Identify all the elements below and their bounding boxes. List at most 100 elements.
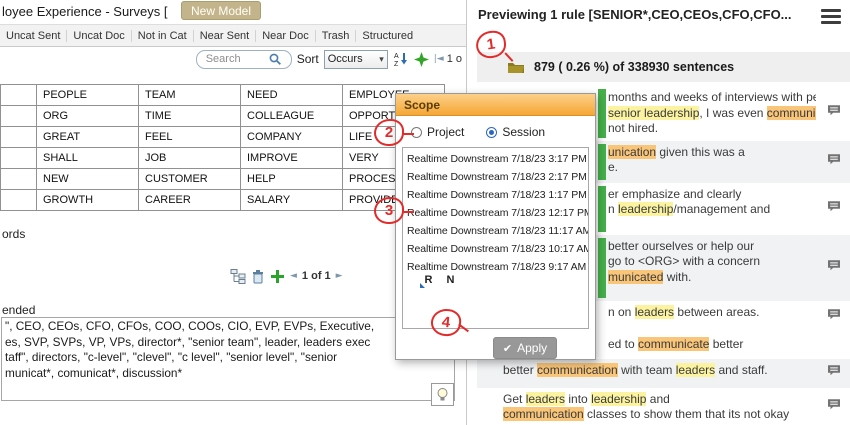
comment-icon[interactable] <box>827 259 841 277</box>
add-icon[interactable] <box>270 269 285 284</box>
comment-icon[interactable] <box>827 105 841 123</box>
comment-icon[interactable] <box>827 200 841 218</box>
svg-text:Z: Z <box>394 61 399 67</box>
word-cell[interactable]: CAREER <box>139 190 241 211</box>
top-pager: |◄ 1 o <box>434 53 462 65</box>
word-cell-clipped[interactable] <box>1 106 37 127</box>
tab-trash[interactable]: Trash <box>316 30 357 42</box>
sort-select[interactable]: Occurs ▾ <box>324 50 388 69</box>
word-cell[interactable]: CUSTOMER <box>139 169 241 190</box>
tab-structured[interactable]: Structured <box>356 30 419 42</box>
sentence-row[interactable]: better communication with team leaders a… <box>477 359 850 388</box>
next-page-icon[interactable]: ► <box>336 271 343 281</box>
sentence-text: with team <box>618 363 676 377</box>
sentence-line: Get leaders into leadership and <box>503 392 816 408</box>
hint-button[interactable] <box>431 383 454 406</box>
star-icon[interactable] <box>414 52 429 67</box>
sentence-line: better communication with team leaders a… <box>503 363 816 379</box>
radio-project-circle-icon[interactable] <box>411 127 422 138</box>
comment-icon[interactable] <box>827 308 841 326</box>
highlighted-term: leaders <box>635 305 674 319</box>
delete-icon[interactable] <box>251 269 265 284</box>
radio-session[interactable]: Session <box>486 125 545 139</box>
word-cell[interactable]: GREAT <box>37 127 139 148</box>
match-indicator-bar <box>598 144 606 180</box>
word-cell[interactable]: TEAM <box>139 85 241 106</box>
first-page-icon[interactable]: |◄ <box>434 54 444 64</box>
session-item[interactable]: Realtime Downstream 7/18/23 12:17 PM <box>404 204 588 222</box>
tree-view-icon[interactable] <box>230 268 246 284</box>
tab-uncat-sent[interactable]: Uncat Sent <box>0 30 67 42</box>
word-cell[interactable]: FEEL <box>139 127 241 148</box>
scope-radio-group: Project Session <box>396 116 595 145</box>
session-item[interactable]: Realtime Downstream 7/18/23 2:17 PM <box>404 168 588 186</box>
recommended-input[interactable]: ", CEO, CEOs, CFO, CFOs, COO, COOs, CIO,… <box>1 317 455 401</box>
sentence-text: with. <box>663 270 691 284</box>
word-cell[interactable]: SHALL <box>37 148 139 169</box>
sentence-text: not hired. <box>608 121 658 135</box>
highlighted-term: unication <box>608 145 656 159</box>
search-icon[interactable] <box>269 53 281 65</box>
search-box[interactable] <box>196 50 292 69</box>
word-cell-clipped[interactable] <box>1 127 37 148</box>
comment-icon[interactable] <box>827 153 841 171</box>
word-cell[interactable]: ORG <box>37 106 139 127</box>
session-item[interactable]: Realtime Downstream 7/18/23 10:17 AM <box>404 240 588 258</box>
word-cell[interactable]: NEED <box>241 85 343 106</box>
tab-near-sent[interactable]: Near Sent <box>194 30 257 42</box>
radio-project[interactable]: Project <box>411 125 464 139</box>
word-cell[interactable]: COLLEAGUE <box>241 106 343 127</box>
session-item[interactable]: Realtime Downstream 7/18/23 11:17 AM <box>404 222 588 240</box>
sentence-line: communication classes to show them that … <box>503 407 816 423</box>
sentence-line: better ourselves or help our <box>608 239 816 255</box>
sentence-text: into <box>565 392 591 406</box>
word-cell[interactable]: IMPROVE <box>241 148 343 169</box>
highlighted-term: municated <box>608 270 663 284</box>
word-cell[interactable]: COMPANY <box>241 127 343 148</box>
annotation-circle-3: 3 <box>374 197 404 224</box>
tab-near-doc[interactable]: Near Doc <box>256 30 315 42</box>
sentence-text: better <box>503 363 537 377</box>
recommended-label: ended <box>2 303 35 317</box>
sort-select-value: Occurs <box>328 53 363 65</box>
comment-icon[interactable] <box>827 364 841 382</box>
new-model-button[interactable]: New Model <box>181 1 261 20</box>
word-cell[interactable]: TIME <box>139 106 241 127</box>
word-cell[interactable]: SALARY <box>241 190 343 211</box>
tab-uncat-doc[interactable]: Uncat Doc <box>67 30 131 42</box>
toolbar-r-icon[interactable]: R <box>421 272 436 287</box>
sentence-row[interactable]: Get leaders into leadership andcommunica… <box>477 388 850 425</box>
word-cell[interactable]: PEOPLE <box>37 85 139 106</box>
word-cell-clipped[interactable] <box>1 190 37 211</box>
word-cell[interactable]: GROWTH <box>37 190 139 211</box>
apply-button[interactable]: ✔ Apply <box>493 337 557 359</box>
scope-popup-header[interactable]: Scope <box>396 94 595 116</box>
sentence-text: n on <box>608 305 635 319</box>
word-cell[interactable]: NEW <box>37 169 139 190</box>
prev-page-icon[interactable]: ◄ <box>290 271 297 281</box>
sentence-text: given this was a <box>656 145 745 159</box>
word-cell-clipped[interactable] <box>1 169 37 190</box>
match-indicator-bar <box>598 89 606 138</box>
word-row: PEOPLETEAMNEEDEMPLOYEE <box>1 85 445 106</box>
highlighted-term: senior leadership <box>608 106 699 120</box>
highlighted-term: leaders <box>676 363 715 377</box>
word-cell-clipped[interactable] <box>1 148 37 169</box>
session-item[interactable]: Realtime Downstream 7/18/23 1:17 PM <box>404 186 588 204</box>
words-label: ords <box>2 227 25 241</box>
session-list[interactable]: Realtime Downstream 7/18/23 3:17 PMRealt… <box>402 147 589 329</box>
toolbar-n-icon[interactable]: N <box>443 272 458 287</box>
match-indicator-bar <box>598 186 606 232</box>
highlighted-term: communicate <box>638 337 709 351</box>
radio-session-circle-icon[interactable] <box>486 127 497 138</box>
sort-az-icon[interactable]: AZ <box>393 51 409 67</box>
word-cell[interactable]: JOB <box>139 148 241 169</box>
word-cell[interactable]: HELP <box>241 169 343 190</box>
session-item[interactable]: Realtime Downstream 7/18/23 3:17 PM <box>404 150 588 168</box>
search-input[interactable] <box>204 52 266 66</box>
tab-not-in-cat[interactable]: Not in Cat <box>132 30 194 42</box>
comment-icon[interactable] <box>827 398 841 416</box>
menu-icon[interactable] <box>821 9 841 24</box>
word-cell-clipped[interactable] <box>1 85 37 106</box>
folder-icon[interactable] <box>507 60 525 74</box>
